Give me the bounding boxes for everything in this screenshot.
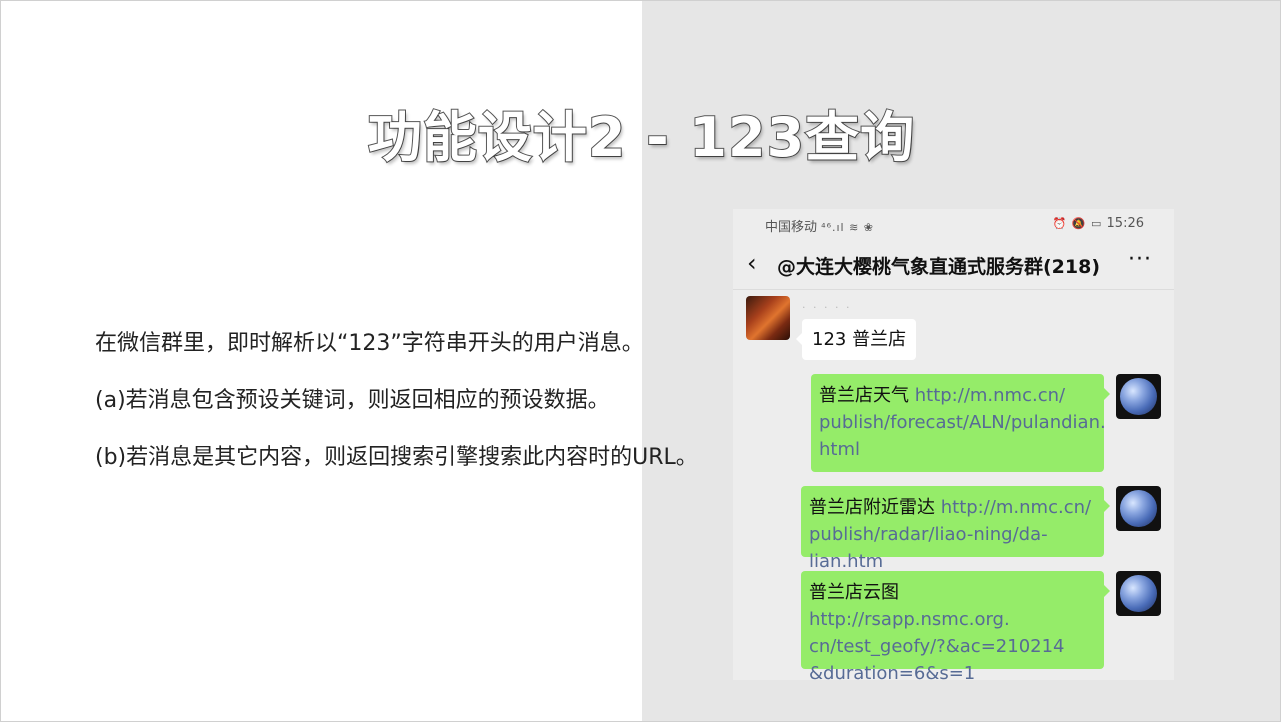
incoming-message-bubble[interactable]: 123 普兰店	[795, 319, 917, 360]
bullet-list: 在微信群里，即时解析以“123”字符串开头的用户消息。 (a)若消息包含预设关键…	[95, 327, 698, 498]
bullet-item: (a)若消息包含预设关键词，则返回相应的预设数据。	[95, 388, 610, 413]
slide-title: 功能设计2 - 123查询	[367, 105, 916, 170]
globe-icon	[1120, 575, 1157, 612]
chat-navbar: ‹ @大连大樱桃气象直通式服务群(218) ···	[733, 247, 1174, 283]
bullet-item: 在微信群里，即时解析以“123”字符串开头的用户消息。	[95, 331, 644, 356]
bot-avatar[interactable]	[1116, 486, 1161, 531]
signal-wifi-icons: ⁴⁶.ıl ≋ ❀	[821, 221, 875, 234]
reply-label: 普兰店云图	[809, 582, 899, 603]
reply-link[interactable]: html	[819, 439, 860, 460]
bot-avatar[interactable]	[1116, 571, 1161, 616]
reply-link[interactable]: http://m.nmc.cn/	[915, 385, 1065, 406]
reply-link[interactable]: publish/radar/liao-ning/da-lian.htm	[809, 524, 1048, 572]
wechat-screenshot: 中国移动 ⁴⁶.ıl ≋ ❀ ⏰ 🔕 ▭ 15:26 ‹ @大连大樱桃气象直通式…	[733, 209, 1174, 680]
carrier-label: 中国移动	[765, 220, 818, 235]
sender-avatar[interactable]	[746, 296, 790, 340]
reply-link[interactable]: http://rsapp.nsmc.org.	[809, 609, 1010, 630]
reply-bubble[interactable]: 普兰店天气 http://m.nmc.cn/ publish/forecast/…	[811, 374, 1110, 472]
sender-name: · · · · ·	[802, 301, 852, 314]
reply-link[interactable]: cn/test_geofy/?&ac=210214	[809, 636, 1065, 657]
back-chevron-icon[interactable]: ‹	[747, 249, 757, 277]
reply-bubble[interactable]: 普兰店云图 http://rsapp.nsmc.org. cn/test_geo…	[801, 571, 1110, 680]
alarm-mute-battery-icons: ⏰ 🔕 ▭	[1052, 217, 1103, 230]
more-options-icon[interactable]: ···	[1128, 247, 1152, 272]
reply-link[interactable]: &duration=6&s=1	[809, 663, 975, 680]
globe-icon	[1120, 378, 1157, 415]
reply-link[interactable]: publish/forecast/ALN/pulandian.	[819, 412, 1106, 433]
clock-time: 15:26	[1106, 216, 1144, 231]
status-bar: 中国移动 ⁴⁶.ıl ≋ ❀ ⏰ 🔕 ▭ 15:26	[733, 209, 1174, 239]
reply-bubble[interactable]: 普兰店附近雷达 http://m.nmc.cn/ publish/radar/l…	[801, 486, 1110, 572]
chat-title: @大连大樱桃气象直通式服务群(218)	[777, 256, 1101, 278]
navbar-divider	[733, 289, 1174, 290]
reply-label: 普兰店附近雷达	[809, 497, 935, 518]
bullet-item: (b)若消息是其它内容，则返回搜索引擎搜索此内容时的URL。	[95, 445, 698, 470]
bot-avatar[interactable]	[1116, 374, 1161, 419]
slide: 功能设计2 - 123查询 在微信群里，即时解析以“123”字符串开头的用户消息…	[0, 0, 1281, 722]
globe-icon	[1120, 490, 1157, 527]
reply-label: 普兰店天气	[819, 385, 909, 406]
reply-link[interactable]: http://m.nmc.cn/	[941, 497, 1091, 518]
